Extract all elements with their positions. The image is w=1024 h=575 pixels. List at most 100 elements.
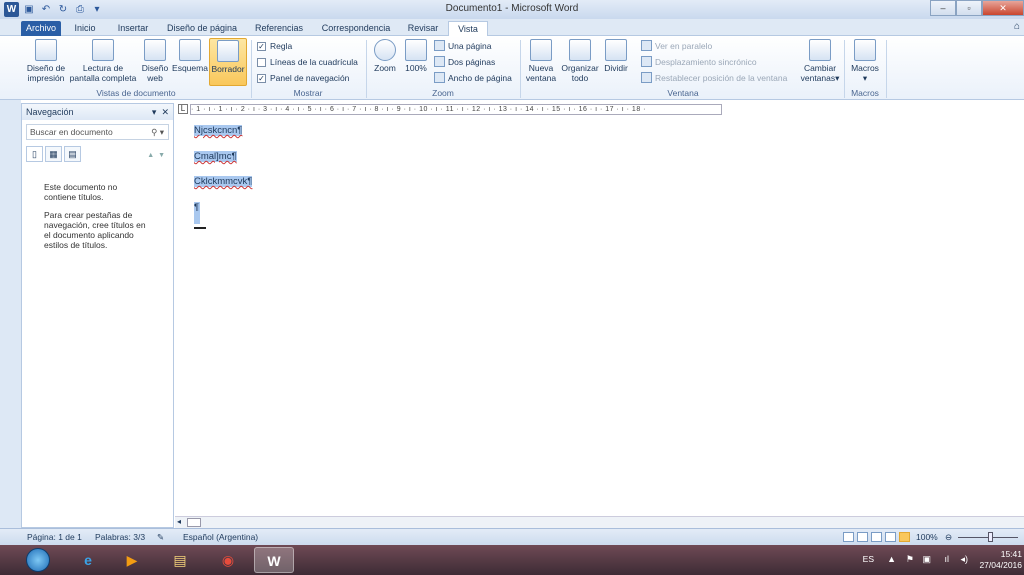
button-label: Ver en paralelo	[655, 40, 713, 51]
view-full-screen-icon[interactable]	[857, 532, 868, 542]
zoom-out-icon[interactable]: ⊖	[945, 529, 952, 545]
horizontal-ruler[interactable]: · 1 · ı · 1 · ı · 2 · ı · 3 · ı · 4 · ı …	[190, 104, 722, 115]
selected-text[interactable]: Cklckmmcvk¶	[194, 176, 253, 187]
view-outline-icon[interactable]	[885, 532, 896, 542]
group-separator	[366, 40, 367, 98]
tab-insertar[interactable]: Insertar	[110, 21, 156, 36]
split-button[interactable]: Dividir	[601, 39, 631, 73]
down-arrow-icon[interactable]: ▼	[158, 152, 165, 159]
group-label-zoom: Zoom	[432, 88, 454, 98]
two-pages-icon	[434, 56, 445, 67]
show-hidden-icons-icon[interactable]: ▲	[887, 554, 896, 564]
navigation-message: Este documento no contiene títulos. Para…	[22, 168, 173, 250]
horizontal-scrollbar[interactable]: ◂	[175, 516, 1024, 528]
internet-explorer-icon[interactable]: e	[68, 547, 108, 573]
group-separator	[520, 40, 521, 98]
checkbox-panel-navegacion[interactable]: ✓ Panel de navegación	[257, 73, 349, 83]
switch-windows-icon	[809, 39, 831, 61]
page-width-button[interactable]: Ancho de página	[434, 72, 512, 83]
network-icon[interactable]: ıl	[945, 554, 950, 564]
close-icon[interactable]: ✕	[161, 107, 169, 117]
language-indicator-tray[interactable]: ES	[863, 554, 874, 564]
word-taskbar-icon[interactable]: W	[254, 547, 294, 573]
reset-window-position-button[interactable]: Restablecer posición de la ventana	[641, 72, 787, 83]
draft-button[interactable]: Borrador	[209, 38, 247, 86]
sync-scroll-icon	[641, 56, 652, 67]
one-page-button[interactable]: Una página	[434, 40, 491, 51]
print-layout-button[interactable]: Diseño de impresión	[24, 39, 68, 83]
page-width-icon	[434, 72, 445, 83]
zoom-level[interactable]: 100%	[916, 529, 938, 545]
zoom-button[interactable]: Zoom	[371, 39, 399, 73]
one-page-icon	[434, 40, 445, 51]
tab-selector[interactable]: L	[178, 104, 188, 114]
tab-browse-results[interactable]: ▤	[64, 146, 81, 162]
new-window-button[interactable]: Nueva ventana	[523, 39, 559, 83]
outline-button[interactable]: Esquema	[171, 39, 209, 73]
empty-paragraph-mark[interactable]: ¶	[194, 202, 200, 224]
word-count[interactable]: Palabras: 3/3	[95, 529, 145, 545]
group-label-macros: Macros	[851, 88, 879, 98]
media-player-icon[interactable]: ▶	[112, 547, 152, 573]
button-label: Zoom	[374, 63, 396, 73]
volume-icon[interactable]: ◂)	[960, 554, 968, 565]
nav-pane-controls: ▾ ✕	[152, 104, 169, 120]
checkbox-lineas-cuadricula[interactable]: Líneas de la cuadrícula	[257, 57, 358, 67]
checkbox-label: Regla	[270, 41, 293, 51]
zoom-slider-thumb[interactable]	[988, 532, 993, 542]
selected-text[interactable]: Cmal]mc¶	[194, 151, 237, 162]
search-placeholder: Buscar en documento	[30, 127, 113, 137]
view-side-by-side-button[interactable]: Ver en paralelo	[641, 40, 712, 51]
button-label: Una página	[448, 40, 492, 51]
document-area[interactable]: Njcskcncn¶ Cmal]mc¶ Cklckmmcvk¶ ¶	[175, 120, 1024, 515]
tab-inicio[interactable]: Inicio	[66, 21, 104, 36]
group-label-mostrar: Mostrar	[293, 88, 323, 98]
scroll-left-icon[interactable]: ◂	[177, 517, 181, 526]
tab-diseno-pagina[interactable]: Diseño de página	[162, 21, 242, 36]
selected-text[interactable]: Njcskcncn¶	[194, 125, 243, 136]
search-icon[interactable]: ⚲ ▾	[151, 125, 164, 139]
checkbox-regla[interactable]: ✓ Regla	[257, 41, 292, 51]
tab-referencias[interactable]: Referencias	[250, 21, 308, 36]
macros-button[interactable]: Macros ▾	[848, 39, 882, 83]
tab-archivo[interactable]: Archivo	[21, 21, 61, 36]
button-label: pantalla completa	[69, 73, 137, 83]
document-line[interactable]: Njcskcncn¶	[194, 125, 243, 136]
web-layout-button[interactable]: Diseño web	[140, 39, 170, 83]
up-arrow-icon[interactable]: ▲	[147, 152, 154, 159]
clock[interactable]: 15:41 27/04/2016	[979, 549, 1022, 571]
document-line[interactable]: Cklckmmcvk¶	[194, 176, 253, 187]
zoom-100-button[interactable]: 100%	[401, 39, 431, 73]
search-input[interactable]: Buscar en documento ⚲ ▾	[26, 124, 169, 140]
button-label: 100%	[405, 63, 427, 73]
tab-correspondencia[interactable]: Correspondencia	[316, 21, 396, 36]
sync-scroll-button[interactable]: Desplazamiento sincrónico	[641, 56, 757, 67]
two-pages-button[interactable]: Dos páginas	[434, 56, 495, 67]
file-explorer-icon[interactable]: ▤	[160, 547, 200, 573]
full-screen-reading-button[interactable]: Lectura de pantalla completa	[68, 39, 138, 83]
chevron-down-icon[interactable]: ▾	[152, 107, 157, 117]
view-web-layout-icon[interactable]	[871, 532, 882, 542]
arrange-all-button[interactable]: Organizar todo	[560, 39, 600, 83]
view-print-layout-icon[interactable]	[843, 532, 854, 542]
power-icon[interactable]: ▣	[922, 554, 931, 565]
spellcheck-icon[interactable]: ✎	[157, 529, 164, 545]
switch-windows-button[interactable]: Cambiar ventanas▾	[798, 39, 842, 83]
view-draft-icon[interactable]	[899, 532, 910, 542]
chrome-icon[interactable]: ◉	[208, 547, 248, 573]
tab-vista[interactable]: Vista	[448, 21, 488, 37]
document-line[interactable]: Cmal]mc¶	[194, 151, 237, 162]
minimize-button[interactable]: –	[930, 0, 956, 16]
tab-browse-headings[interactable]: ▯	[26, 146, 43, 162]
page-count[interactable]: Página: 1 de 1	[27, 529, 82, 545]
scroll-thumb[interactable]	[187, 518, 201, 527]
close-button[interactable]: ✕	[982, 0, 1024, 16]
maximize-button[interactable]: ▫	[956, 0, 982, 16]
language-indicator[interactable]: Español (Argentina)	[183, 529, 258, 545]
tab-revisar[interactable]: Revisar	[402, 21, 444, 36]
button-label: Lectura de	[82, 63, 124, 73]
help-icon[interactable]: ⌂	[1014, 21, 1020, 32]
windows-start-icon[interactable]	[26, 548, 50, 572]
tab-browse-pages[interactable]: ▦	[45, 146, 62, 162]
flag-icon[interactable]: ⚑	[906, 554, 914, 565]
